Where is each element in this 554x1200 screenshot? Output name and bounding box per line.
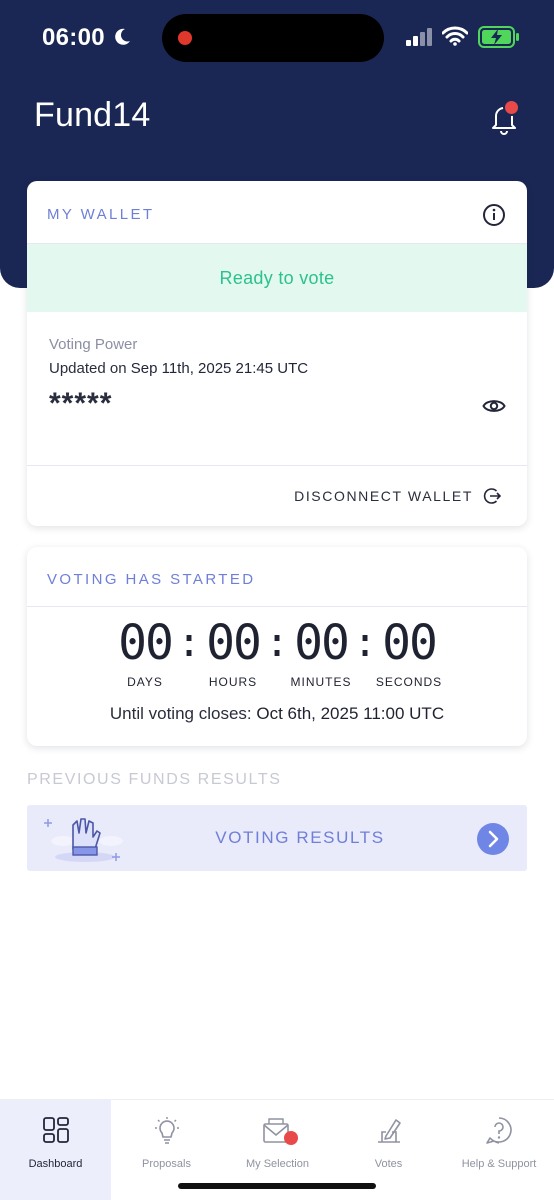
status-time: 06:00 — [42, 24, 105, 51]
seconds-label: SECONDS — [375, 675, 443, 689]
voting-results-label: VOTING RESULTS — [215, 828, 385, 847]
dynamic-island — [162, 14, 384, 62]
lightbulb-icon — [155, 1117, 179, 1144]
help-icon — [486, 1117, 512, 1144]
minutes-label: MINUTES — [290, 675, 352, 689]
eye-icon[interactable] — [482, 397, 506, 415]
notification-badge — [503, 99, 520, 116]
minutes-value: 00 — [294, 615, 350, 671]
voting-card-title: VOTING HAS STARTED — [47, 571, 256, 588]
divider — [27, 465, 527, 466]
nav-dashboard[interactable]: Dashboard — [0, 1100, 111, 1200]
nav-help-support[interactable]: Help & Support — [444, 1100, 554, 1200]
ready-to-vote-status: Ready to vote — [27, 244, 527, 312]
hours-label: HOURS — [208, 675, 258, 689]
moon-icon — [115, 28, 130, 45]
voting-status-card: VOTING HAS STARTED 00 DAYS : 00 HOURS : … — [27, 547, 527, 746]
days-label: DAYS — [127, 675, 163, 689]
countdown-timer: 00 DAYS : 00 HOURS : 00 MINUTES : 00 SEC… — [27, 619, 527, 689]
updated-date: Sep 11th, 2025 21:45 UTC — [130, 360, 309, 377]
voting-card-header: VOTING HAS STARTED — [27, 547, 527, 607]
voting-power-updated: Updated on Sep 11th, 2025 21:45 UTC — [49, 360, 308, 377]
ballot-icon — [378, 1119, 401, 1143]
info-icon[interactable] — [482, 203, 506, 227]
previous-results-title: PREVIOUS FUNDS RESULTS — [27, 771, 282, 788]
nav-help-support-label: Help & Support — [461, 1158, 537, 1170]
status-bar: 06:00 — [0, 0, 554, 76]
nav-proposals-label: Proposals — [142, 1158, 191, 1170]
wallet-card-title: MY WALLET — [47, 206, 155, 223]
until-date: Oct 6th, 2025 11:00 UTC — [256, 704, 445, 723]
battery-charging-icon — [478, 26, 519, 48]
wallet-card-header: MY WALLET — [27, 181, 527, 244]
home-indicator[interactable] — [178, 1183, 376, 1189]
countdown-hours: 00 HOURS — [193, 619, 273, 689]
recording-dot-icon — [178, 31, 192, 45]
page-title: Fund14 — [34, 96, 151, 134]
hours-value: 00 — [206, 615, 262, 671]
nav-dashboard-label: Dashboard — [28, 1158, 83, 1170]
voting-results-banner[interactable]: VOTING RESULTS — [27, 805, 527, 871]
countdown-minutes: 00 MINUTES — [281, 619, 361, 689]
voting-power-label: Voting Power — [49, 336, 138, 353]
countdown-days: 00 DAYS — [105, 619, 185, 689]
nav-my-selection-label: My Selection — [246, 1158, 309, 1170]
updated-prefix: Updated on — [49, 360, 127, 377]
disconnect-wallet-label: DISCONNECT WALLET — [294, 488, 473, 504]
dashboard-icon — [43, 1117, 69, 1143]
voting-closes-text: Until voting closes: Oct 6th, 2025 11:00… — [27, 704, 527, 724]
days-value: 00 — [118, 615, 174, 671]
countdown-seconds: 00 SECONDS — [369, 619, 449, 689]
mail-icon — [263, 1118, 298, 1145]
voting-power-value: ***** — [49, 387, 113, 420]
nav-votes-label: Votes — [374, 1158, 403, 1170]
disconnect-wallet-button[interactable]: DISCONNECT WALLET — [294, 487, 501, 505]
wallet-card: MY WALLET Ready to vote Voting Power Upd… — [27, 181, 527, 526]
logout-icon — [483, 488, 501, 504]
chevron-right-glyph — [488, 830, 499, 848]
wifi-icon — [442, 26, 468, 46]
signal-icon — [406, 28, 432, 46]
chevron-right-icon[interactable] — [477, 823, 509, 855]
seconds-value: 00 — [382, 615, 438, 671]
until-prefix: Until voting closes: — [109, 704, 252, 723]
